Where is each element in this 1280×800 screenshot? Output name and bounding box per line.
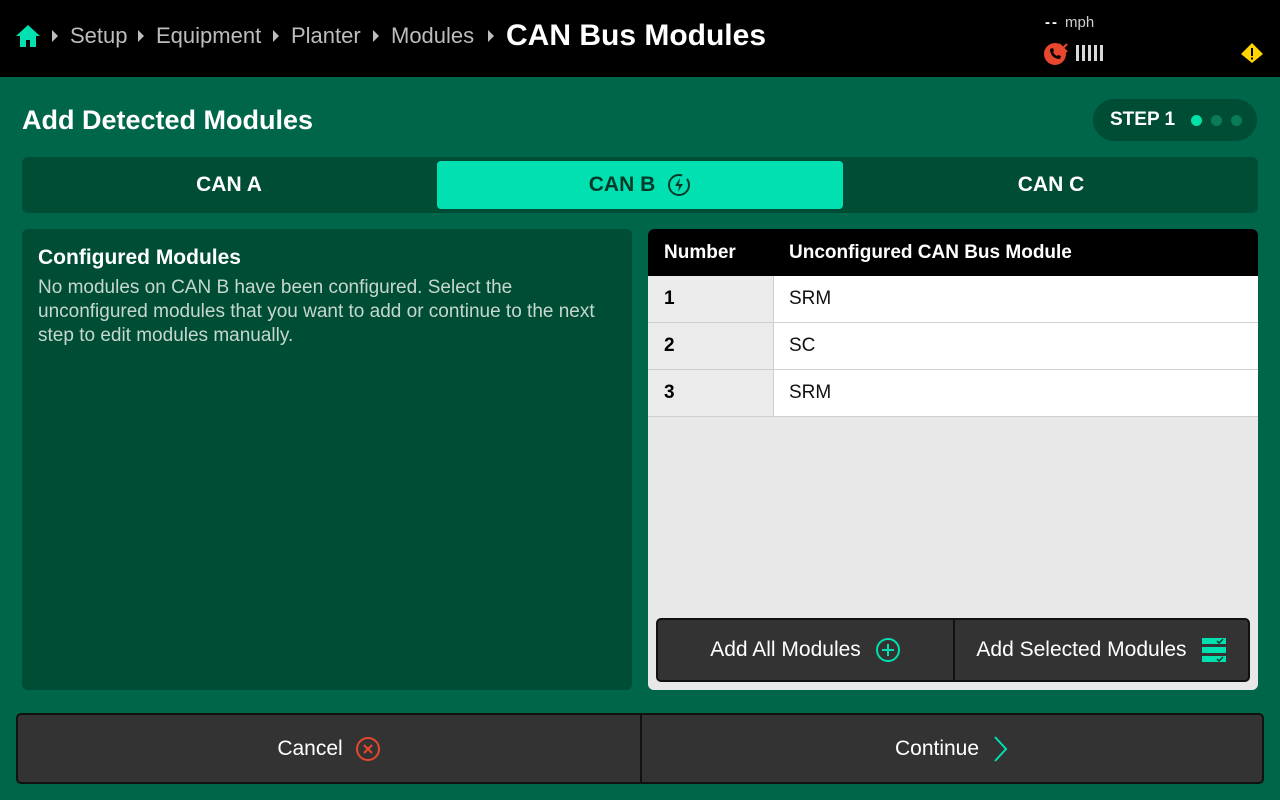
table-header: Number Unconfigured CAN Bus Module	[648, 229, 1258, 276]
row-module: SRM	[789, 288, 832, 309]
phone-disconnected-icon[interactable]	[1043, 40, 1069, 66]
signal-bars-icon	[1076, 45, 1106, 61]
cell-module: SRM	[774, 370, 1258, 416]
table-row[interactable]: 2 SC	[648, 323, 1258, 370]
top-bar: Setup Equipment Planter Modules CAN Bus …	[0, 0, 1280, 77]
row-module: SC	[789, 335, 816, 356]
checklist-icon	[1201, 638, 1226, 663]
step-dot-2	[1211, 115, 1222, 126]
chevron-right-icon	[994, 735, 1008, 762]
cell-module: SRM	[774, 276, 1258, 322]
configured-modules-description: No modules on CAN B have been configured…	[38, 277, 595, 346]
breadcrumb-separator	[52, 30, 58, 42]
add-selected-modules-label: Add Selected Modules	[976, 638, 1187, 661]
plus-circle-icon	[875, 638, 900, 662]
add-all-modules-button[interactable]: Add All Modules	[658, 620, 953, 680]
row-number: 2	[664, 335, 675, 356]
breadcrumb-separator	[488, 30, 494, 42]
continue-button[interactable]: Continue	[642, 715, 1262, 782]
breadcrumb-setup[interactable]: Setup	[70, 22, 128, 50]
breadcrumb-planter[interactable]: Planter	[291, 22, 361, 50]
speed-readout: -- mph	[1045, 14, 1094, 31]
step-dot-3	[1231, 115, 1242, 126]
page-title: CAN Bus Modules	[506, 19, 767, 52]
breadcrumb-separator	[273, 30, 279, 42]
column-header-number: Number	[664, 242, 736, 263]
section-title: Add Detected Modules	[22, 105, 314, 135]
add-all-modules-label: Add All Modules	[710, 638, 861, 661]
footer-bar: Cancel Continue	[16, 713, 1264, 784]
breadcrumb-separator	[138, 30, 144, 42]
cancel-button[interactable]: Cancel	[18, 715, 640, 782]
home-icon[interactable]	[14, 22, 42, 50]
power-bolt-icon	[668, 174, 691, 196]
speed-unit: mph	[1065, 14, 1095, 31]
tab-label: CAN A	[196, 173, 262, 196]
breadcrumb-modules[interactable]: Modules	[391, 22, 474, 50]
warning-icon[interactable]	[1240, 42, 1264, 64]
breadcrumb-equipment[interactable]: Equipment	[156, 22, 261, 50]
tab-label: CAN B	[588, 173, 656, 196]
cancel-label: Cancel	[277, 736, 343, 760]
row-number: 3	[664, 382, 675, 403]
row-module: SRM	[789, 382, 832, 403]
row-number: 1	[664, 288, 675, 309]
tab-can-b[interactable]: CAN B	[437, 161, 843, 209]
cell-number: 2	[648, 323, 774, 369]
cell-number: 3	[648, 370, 774, 416]
tab-can-a[interactable]: CAN A	[26, 161, 432, 209]
cell-module: SC	[774, 323, 1258, 369]
step-label: STEP 1	[1110, 109, 1176, 130]
close-circle-icon	[355, 736, 380, 761]
configured-modules-panel: Configured Modules No modules on CAN B h…	[22, 229, 632, 690]
table-row[interactable]: 3 SRM	[648, 370, 1258, 417]
module-action-buttons: Add All Modules Add Selected Modules	[656, 618, 1250, 682]
can-tabs: CAN A CAN B CAN C	[22, 157, 1258, 213]
table-row[interactable]: 1 SRM	[648, 276, 1258, 323]
unconfigured-modules-panel: Number Unconfigured CAN Bus Module 1 SRM…	[648, 229, 1258, 690]
breadcrumb-separator	[373, 30, 379, 42]
speed-value: --	[1045, 14, 1059, 31]
step-indicator: STEP 1	[1093, 99, 1257, 141]
continue-label: Continue	[894, 736, 980, 760]
add-selected-modules-button[interactable]: Add Selected Modules	[955, 620, 1248, 680]
step-dot-1	[1191, 115, 1202, 126]
cell-number: 1	[648, 276, 774, 322]
configured-modules-title: Configured Modules	[38, 246, 241, 269]
column-header-module: Unconfigured CAN Bus Module	[789, 242, 1072, 263]
tab-can-c[interactable]: CAN C	[848, 161, 1254, 209]
tab-label: CAN C	[1017, 173, 1085, 196]
